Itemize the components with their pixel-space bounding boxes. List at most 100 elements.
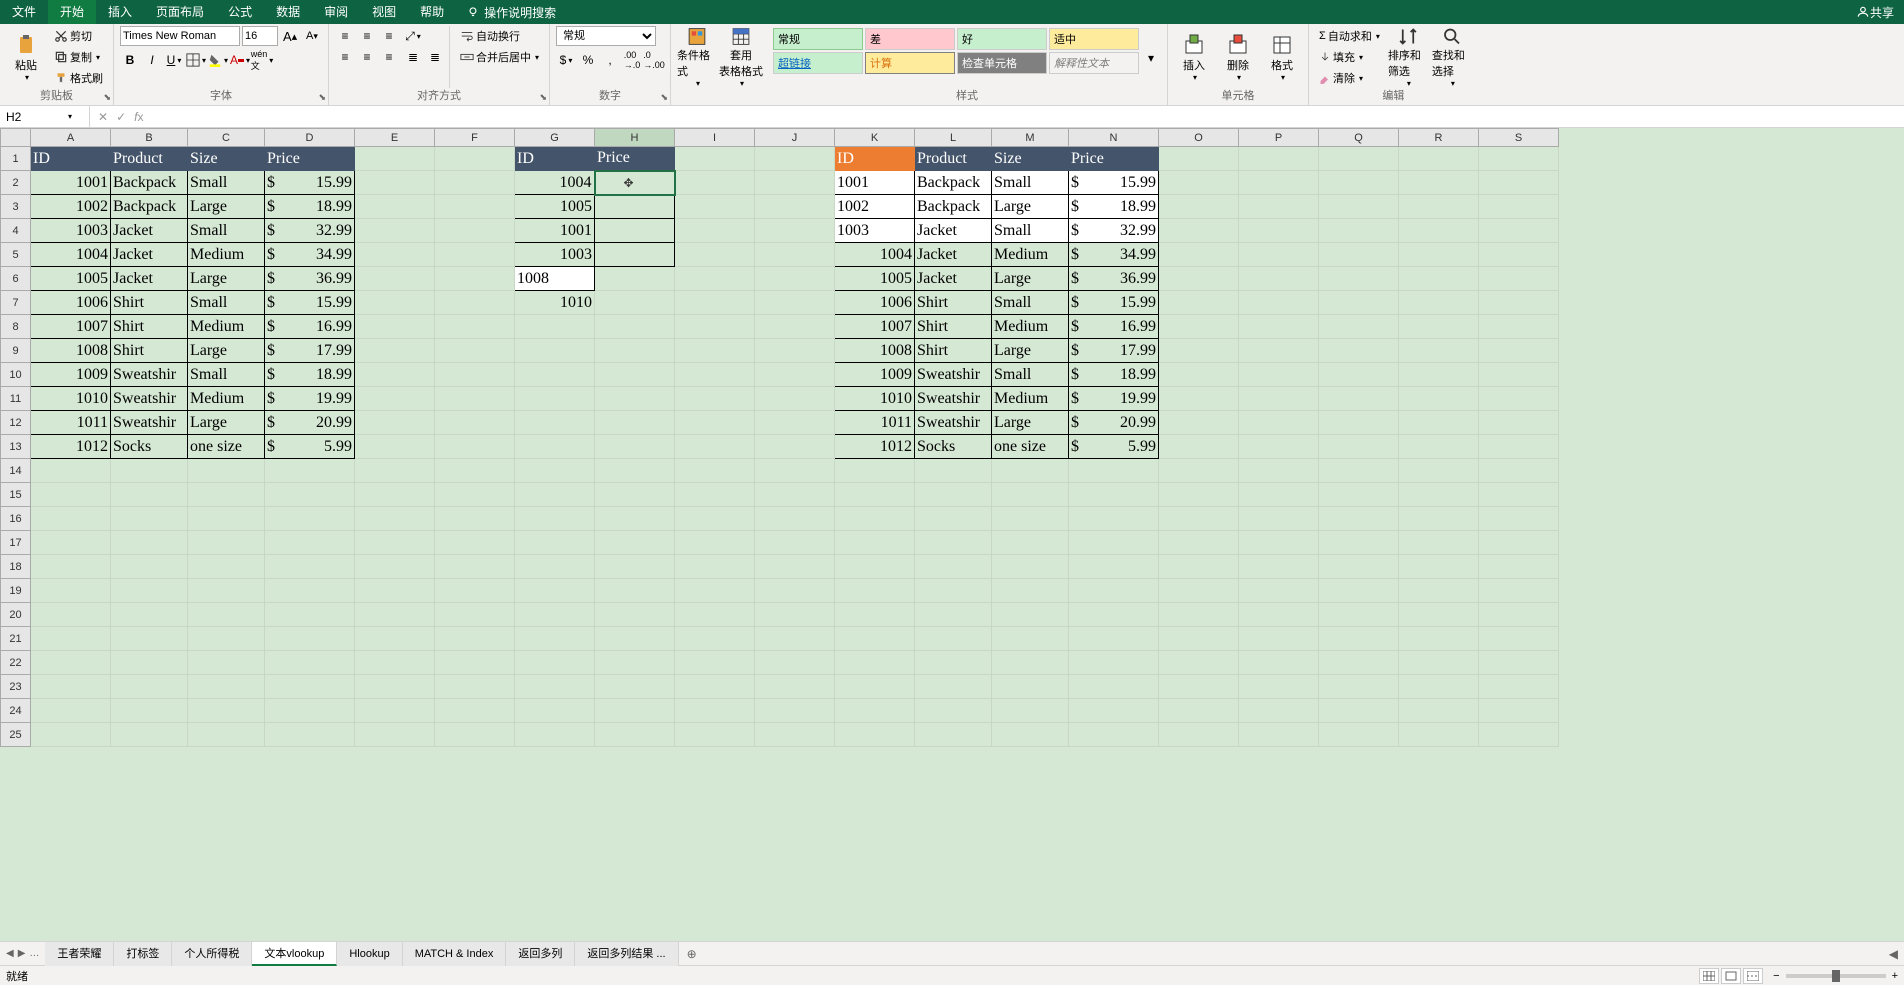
row-header-5[interactable]: 5 [1, 243, 31, 267]
fx-button[interactable]: fx [134, 110, 143, 124]
menu-插入[interactable]: 插入 [96, 0, 144, 24]
cell-M18[interactable] [992, 555, 1069, 579]
cell-B25[interactable] [111, 723, 188, 747]
cell-I25[interactable] [675, 723, 755, 747]
column-header-F[interactable]: F [435, 129, 515, 147]
cell-D6[interactable]: $36.99 [265, 267, 355, 291]
cell-M2[interactable]: Small [992, 171, 1069, 195]
fill-color-button[interactable]: ▾ [208, 50, 228, 70]
cell-O24[interactable] [1159, 699, 1239, 723]
cell-S2[interactable] [1479, 171, 1559, 195]
cell-M17[interactable] [992, 531, 1069, 555]
cell-N13[interactable]: $5.99 [1069, 435, 1159, 459]
menu-文件[interactable]: 文件 [0, 0, 48, 24]
row-header-9[interactable]: 9 [1, 339, 31, 363]
cell-I20[interactable] [675, 603, 755, 627]
column-header-P[interactable]: P [1239, 129, 1319, 147]
cell-S5[interactable] [1479, 243, 1559, 267]
sheet-tab-3[interactable]: 文本vlookup [252, 942, 337, 966]
cell-Q3[interactable] [1319, 195, 1399, 219]
format-cells-button[interactable]: 格式▾ [1262, 26, 1302, 88]
cell-Q19[interactable] [1319, 579, 1399, 603]
cell-E19[interactable] [355, 579, 435, 603]
cell-N16[interactable] [1069, 507, 1159, 531]
cell-C7[interactable]: Small [188, 291, 265, 315]
cell-B18[interactable] [111, 555, 188, 579]
cell-O22[interactable] [1159, 651, 1239, 675]
cell-C23[interactable] [188, 675, 265, 699]
column-header-E[interactable]: E [355, 129, 435, 147]
cell-E8[interactable] [355, 315, 435, 339]
cell-M15[interactable] [992, 483, 1069, 507]
cell-B20[interactable] [111, 603, 188, 627]
wrap-text-button[interactable]: 自动换行 [456, 26, 543, 46]
cell-D4[interactable]: $32.99 [265, 219, 355, 243]
cell-O25[interactable] [1159, 723, 1239, 747]
cell-F16[interactable] [435, 507, 515, 531]
cell-A8[interactable]: 1007 [31, 315, 111, 339]
cell-C16[interactable] [188, 507, 265, 531]
style-neutral[interactable]: 适中 [1049, 28, 1139, 50]
cell-S17[interactable] [1479, 531, 1559, 555]
decrease-decimal-button[interactable]: .0→.00 [644, 50, 664, 70]
column-header-N[interactable]: N [1069, 129, 1159, 147]
cell-A17[interactable] [31, 531, 111, 555]
cell-L22[interactable] [915, 651, 992, 675]
cell-E9[interactable] [355, 339, 435, 363]
cell-C4[interactable]: Small [188, 219, 265, 243]
cell-H1[interactable]: Price [595, 147, 675, 171]
style-hyperlink[interactable]: 超链接 [773, 52, 863, 74]
cell-J19[interactable] [755, 579, 835, 603]
align-bottom-button[interactable]: ≡ [379, 26, 399, 46]
autosum-button[interactable]: Σ自动求和▾ [1315, 26, 1384, 46]
cell-F2[interactable] [435, 171, 515, 195]
cell-P16[interactable] [1239, 507, 1319, 531]
cell-J16[interactable] [755, 507, 835, 531]
cell-B3[interactable]: Backpack [111, 195, 188, 219]
cell-L19[interactable] [915, 579, 992, 603]
font-size-select[interactable] [242, 26, 278, 46]
menu-审阅[interactable]: 审阅 [312, 0, 360, 24]
cell-M12[interactable]: Large [992, 411, 1069, 435]
cell-P8[interactable] [1239, 315, 1319, 339]
cell-L18[interactable] [915, 555, 992, 579]
cell-R22[interactable] [1399, 651, 1479, 675]
clear-button[interactable]: 清除▾ [1315, 68, 1384, 88]
cell-E22[interactable] [355, 651, 435, 675]
cell-K20[interactable] [835, 603, 915, 627]
cell-A24[interactable] [31, 699, 111, 723]
cell-M21[interactable] [992, 627, 1069, 651]
cell-J6[interactable] [755, 267, 835, 291]
cell-I5[interactable] [675, 243, 755, 267]
cell-I17[interactable] [675, 531, 755, 555]
cell-G2[interactable]: 1004 [515, 171, 595, 195]
cell-P22[interactable] [1239, 651, 1319, 675]
merge-center-button[interactable]: 合并后居中▾ [456, 47, 543, 67]
row-header-18[interactable]: 18 [1, 555, 31, 579]
cell-G8[interactable] [515, 315, 595, 339]
cell-I7[interactable] [675, 291, 755, 315]
increase-font-button[interactable]: A▴ [280, 26, 300, 46]
cell-H18[interactable] [595, 555, 675, 579]
cell-M3[interactable]: Large [992, 195, 1069, 219]
cell-G20[interactable] [515, 603, 595, 627]
cell-E5[interactable] [355, 243, 435, 267]
cell-S20[interactable] [1479, 603, 1559, 627]
style-good[interactable]: 好 [957, 28, 1047, 50]
view-break-button[interactable] [1743, 968, 1763, 984]
cell-L2[interactable]: Backpack [915, 171, 992, 195]
cell-E15[interactable] [355, 483, 435, 507]
cell-K8[interactable]: 1007 [835, 315, 915, 339]
cell-G10[interactable] [515, 363, 595, 387]
italic-button[interactable]: I [142, 50, 162, 70]
cell-C19[interactable] [188, 579, 265, 603]
cell-B1[interactable]: Product [111, 147, 188, 171]
cell-B4[interactable]: Jacket [111, 219, 188, 243]
cell-B23[interactable] [111, 675, 188, 699]
cell-N24[interactable] [1069, 699, 1159, 723]
cell-N14[interactable] [1069, 459, 1159, 483]
cell-B22[interactable] [111, 651, 188, 675]
cell-H21[interactable] [595, 627, 675, 651]
cell-G14[interactable] [515, 459, 595, 483]
cell-A13[interactable]: 1012 [31, 435, 111, 459]
